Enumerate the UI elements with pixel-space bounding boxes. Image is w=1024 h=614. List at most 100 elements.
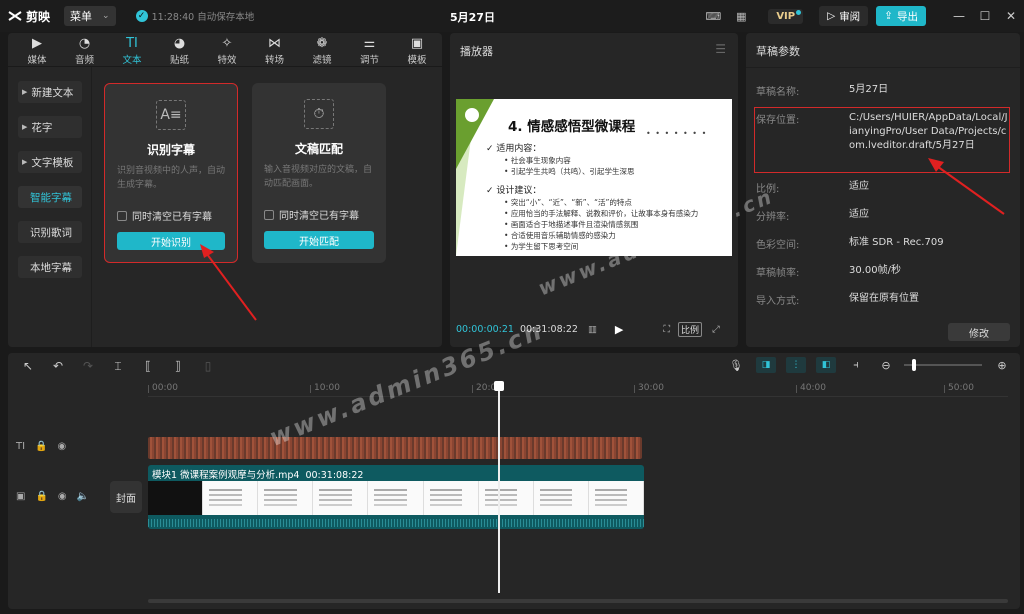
- time-ruler[interactable]: 00:00 10:00 20:00 30:00 40:00 50:00: [148, 383, 1008, 397]
- thumbnail: [423, 481, 479, 515]
- sidebar-item-label: 智能字幕: [30, 191, 72, 204]
- sidebar-item-fancy-text[interactable]: ▶ 花字: [18, 116, 82, 138]
- subtitle-track[interactable]: [148, 437, 642, 459]
- ruler-tick: 40:00: [796, 383, 826, 393]
- menu-button[interactable]: 菜单 ⌄: [64, 6, 116, 26]
- redo-icon[interactable]: ↷: [78, 359, 98, 373]
- recognize-subtitles-card: A≡ 识别字幕 识别音视频中的人声，自动生成字幕。 同时清空已有字幕 开始识别: [104, 83, 238, 263]
- card-title: 文稿匹配: [294, 142, 343, 156]
- card-description: 输入音视频对应的文稿，自动匹配画面。: [264, 165, 373, 189]
- vip-badge[interactable]: VIP: [768, 8, 804, 24]
- zoom-in-icon[interactable]: ⊕: [992, 357, 1012, 373]
- template-icon: ▣: [410, 36, 424, 51]
- material-tabs: ▶ 媒体 ◔ 音频 TI 文本 ◕ 贴纸 ✧ 特效 ⋈ 转场 ❁ 滤镜 ⚌ 调节 ▣ 模板: [8, 33, 442, 67]
- sidebar-item-text-template[interactable]: ▶ 文字模板: [18, 151, 82, 173]
- tab-transition[interactable]: ⋈ 转场: [258, 33, 292, 66]
- minimize-icon[interactable]: —: [946, 9, 972, 23]
- tab-sticker[interactable]: ◕ 贴纸: [163, 33, 197, 66]
- zoom-knob[interactable]: [912, 359, 916, 371]
- text-icon: TI: [126, 36, 138, 51]
- split-icon[interactable]: ⌶: [108, 359, 128, 374]
- script-match-card: ⏱ 文稿匹配 输入音视频对应的文稿，自动匹配画面。 同时清空已有字幕 开始匹配: [252, 83, 386, 263]
- sidebar-item-new-text[interactable]: ▶ 新建文本: [18, 81, 82, 103]
- slide-item-text: 引起学生共鸣（共鸣）、引起学生深思: [510, 167, 635, 176]
- split-right-icon[interactable]: ⟧: [168, 359, 188, 373]
- param-value: 30.00帧/秒: [849, 265, 901, 276]
- player-controls: 00:00:00:21 00:31:08:22 ▥ ▶ ⛶ 比例 ⤢: [456, 319, 732, 339]
- main-track-magnet-icon[interactable]: ◨: [756, 357, 776, 373]
- vip-label: VIP: [776, 10, 796, 22]
- clip-duration: 00:31:08:22: [305, 470, 364, 481]
- undo-icon[interactable]: ↶: [48, 359, 68, 373]
- thumbnail: [258, 481, 314, 515]
- tab-filter[interactable]: ❁ 滤镜: [305, 33, 339, 66]
- params-title: 草稿参数: [756, 45, 800, 58]
- preview-axis-icon[interactable]: ⫞: [846, 357, 866, 373]
- video-clip[interactable]: 模块1 微课程案例观摩与分析.mp4 00:31:08:22: [148, 465, 644, 529]
- zoom-slider[interactable]: [904, 359, 982, 371]
- video-preview[interactable]: 4. 情感感悟型微课程 • • • • • • • ✓ 适用内容： • 社会事生…: [456, 99, 732, 256]
- tab-label: 媒体: [27, 55, 47, 66]
- slide-item: • 社会事生现象内容: [504, 156, 571, 165]
- draft-params-panel: 草稿参数 草稿名称: 5月27日 保存位置: C:/Users/HUIER/Ap…: [746, 33, 1020, 347]
- tab-label: 转场: [264, 55, 284, 66]
- grid-icon[interactable]: ▥: [588, 324, 597, 335]
- zoom-out-icon[interactable]: ⊖: [876, 357, 896, 373]
- start-match-button[interactable]: 开始匹配: [264, 231, 374, 249]
- lock-icon[interactable]: 🔒: [35, 491, 47, 502]
- slide-title: 4. 情感感悟型微课程: [508, 119, 636, 135]
- playhead[interactable]: [494, 381, 504, 593]
- linkage-icon[interactable]: ◧: [816, 357, 836, 373]
- tab-effects[interactable]: ✧ 特效: [210, 33, 244, 66]
- play-icon[interactable]: ▶: [615, 323, 623, 336]
- sidebar-item-lyrics[interactable]: 识别歌词: [18, 221, 82, 243]
- lock-icon[interactable]: 🔒: [35, 441, 47, 452]
- ratio-button[interactable]: 比例: [678, 321, 703, 337]
- tab-text[interactable]: TI 文本: [115, 33, 149, 66]
- fit-screen-icon[interactable]: ⛶: [663, 324, 670, 335]
- eye-icon[interactable]: ◉: [58, 441, 67, 452]
- keyboard-icon[interactable]: ⌨: [702, 7, 724, 25]
- auto-snap-icon[interactable]: ⋮: [786, 357, 806, 373]
- export-button[interactable]: ⇪ 导出: [876, 6, 926, 26]
- app-logo: 剪映: [8, 8, 50, 25]
- sidebar-item-label: 花字: [31, 121, 53, 134]
- checkbox-box: [264, 209, 274, 220]
- review-button[interactable]: ▷ 审阅: [819, 6, 869, 26]
- thumbnail: [478, 481, 534, 515]
- clear-subtitles-checkbox[interactable]: 同时清空已有字幕: [117, 208, 212, 223]
- param-value: 适应: [849, 181, 869, 192]
- select-cursor-icon[interactable]: ↖: [18, 359, 38, 373]
- microphone-icon[interactable]: 🎙: [726, 357, 746, 373]
- horizontal-scrollbar[interactable]: [148, 599, 1008, 603]
- adjust-icon: ⚌: [363, 36, 376, 51]
- param-label: 草稿帧率:: [756, 268, 800, 279]
- tab-adjust[interactable]: ⚌ 调节: [353, 33, 387, 66]
- tab-audio[interactable]: ◔ 音频: [68, 33, 102, 66]
- export-icon: ⇪: [884, 10, 893, 22]
- chevron-down-icon: ⌄: [102, 11, 110, 21]
- sidebar-item-local-subtitles[interactable]: 本地字幕: [18, 256, 82, 278]
- eye-icon[interactable]: ◉: [58, 491, 67, 502]
- sidebar-item-smart-subtitles[interactable]: 智能字幕: [18, 186, 82, 208]
- slide-item: • 引起学生共鸣（共鸣）、引起学生深思: [504, 167, 635, 176]
- text-track-header: TI 🔒 ◉: [16, 441, 76, 452]
- start-recognize-button[interactable]: 开始识别: [117, 232, 225, 250]
- cover-button[interactable]: 封面: [110, 481, 142, 513]
- slide-item-text: 应用恰当的手法解释、说教和评价，让故事本身有感染力: [510, 209, 699, 218]
- maximize-icon[interactable]: ☐: [972, 9, 998, 23]
- fullscreen-icon[interactable]: ⤢: [712, 324, 720, 335]
- tab-label: 调节: [359, 55, 379, 66]
- hamburger-menu-icon[interactable]: ☰: [715, 42, 726, 56]
- slide-item: • 突出“小”、“近”、“新”、“活”的特点: [504, 198, 632, 207]
- delete-icon[interactable]: ▯: [198, 359, 218, 373]
- layout-icon[interactable]: ▦: [730, 7, 752, 25]
- edit-params-button[interactable]: 修改: [948, 323, 1010, 341]
- split-left-icon[interactable]: ⟦: [138, 359, 158, 373]
- clear-subtitles-checkbox[interactable]: 同时清空已有字幕: [264, 207, 359, 222]
- audio-waveform: [148, 519, 644, 527]
- tab-media[interactable]: ▶ 媒体: [20, 33, 54, 66]
- tab-template[interactable]: ▣ 模板: [400, 33, 434, 66]
- close-icon[interactable]: ✕: [998, 9, 1024, 23]
- speaker-icon[interactable]: 🔈: [77, 491, 89, 502]
